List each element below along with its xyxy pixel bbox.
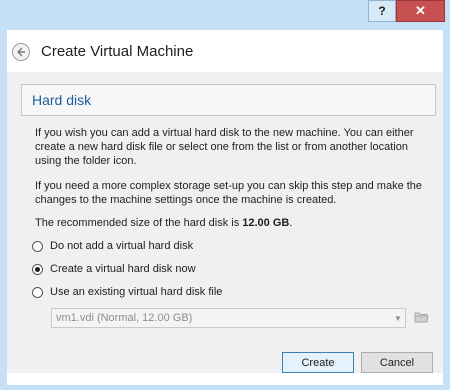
radio-no-disk[interactable] xyxy=(32,240,43,252)
recommended-size-value: 12.00 GB xyxy=(242,217,290,229)
page-header: Hard disk xyxy=(21,84,436,116)
page-heading: Hard disk xyxy=(32,92,92,108)
recommended-size-text: The recommended size of the hard disk is… xyxy=(35,216,430,230)
option-no-disk-label: Do not add a virtual hard disk xyxy=(50,240,194,252)
close-button[interactable]: ✕ xyxy=(396,0,445,22)
storage-paragraph: If you need a more complex storage set-u… xyxy=(35,180,423,206)
chevron-down-icon[interactable]: ▼ xyxy=(391,314,405,323)
folder-icon[interactable] xyxy=(414,310,429,324)
back-arrow-glyph xyxy=(17,47,25,57)
disk-file-select[interactable]: vm1.vdi (Normal, 12.00 GB) ▼ xyxy=(51,308,406,328)
dialog-title: Create Virtual Machine xyxy=(41,43,194,60)
option-create-disk-label: Create a virtual hard disk now xyxy=(50,263,196,275)
option-create-disk[interactable]: Create a virtual hard disk now xyxy=(32,262,196,276)
dialog: Create Virtual Machine Hard disk If you … xyxy=(7,30,443,385)
back-arrow-icon[interactable] xyxy=(12,43,30,61)
disk-file-select-value: vm1.vdi (Normal, 12.00 GB) xyxy=(56,312,193,324)
folder-glyph xyxy=(414,312,429,323)
intro-paragraph: If you wish you can add a virtual hard d… xyxy=(35,127,414,167)
recommended-size-prefix: The recommended size of the hard disk is xyxy=(35,217,243,229)
recommended-size-suffix: . xyxy=(289,217,293,229)
cancel-button[interactable]: Cancel xyxy=(361,352,433,373)
wizard-content: Hard disk If you wish you can add a virt… xyxy=(7,72,443,373)
radio-create-disk[interactable] xyxy=(32,263,43,275)
help-button[interactable]: ? xyxy=(368,0,396,22)
option-no-disk[interactable]: Do not add a virtual hard disk xyxy=(32,239,193,253)
window-titlebar: ? ✕ xyxy=(0,0,450,30)
radio-existing-disk[interactable] xyxy=(32,286,43,298)
create-button[interactable]: Create xyxy=(282,352,354,373)
option-existing-disk[interactable]: Use an existing virtual hard disk file xyxy=(32,285,222,299)
option-existing-disk-label: Use an existing virtual hard disk file xyxy=(50,286,223,298)
